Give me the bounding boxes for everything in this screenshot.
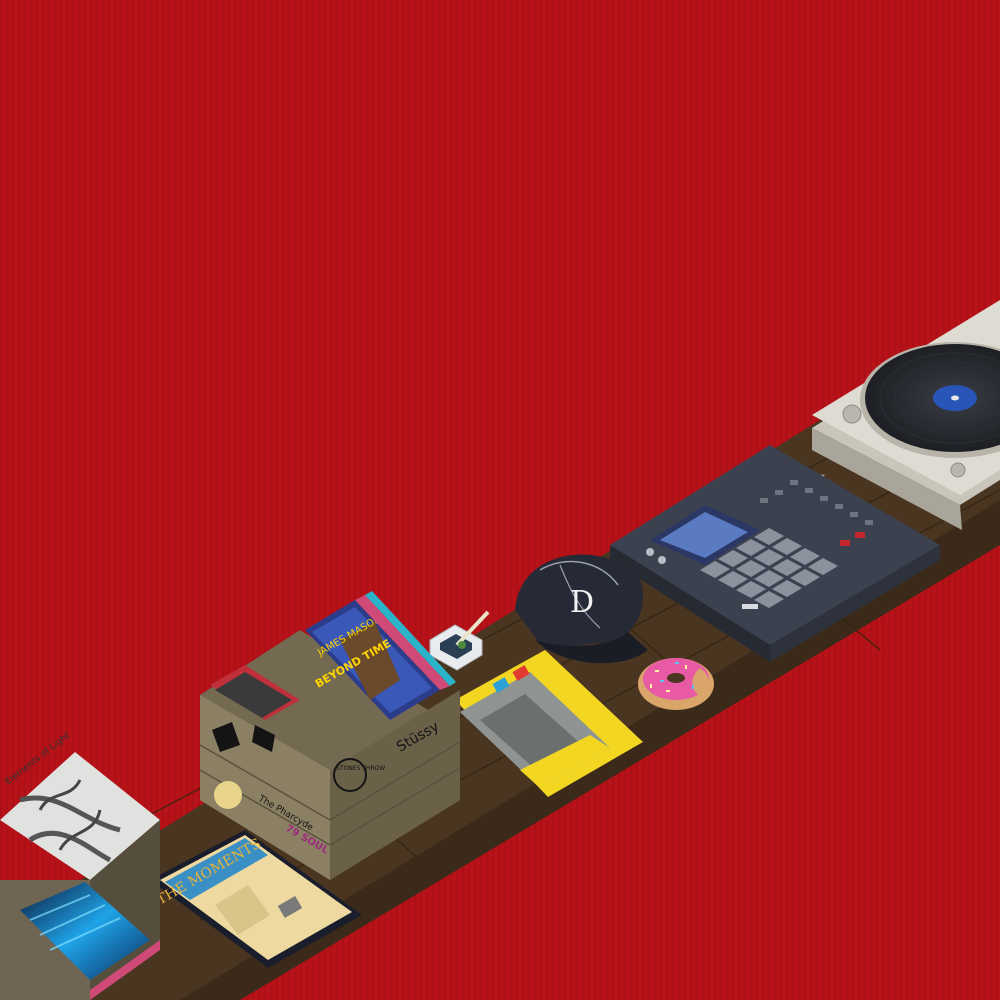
- sticker-donut: [214, 781, 242, 809]
- cap-logo: D: [570, 585, 594, 620]
- isometric-music-scene: D JAMES MASON BEYOND TIME The Pharcyde S…: [0, 0, 1000, 1000]
- crate-sticker-stones: STONES THROW: [336, 765, 385, 772]
- speed-knob-icon: [842, 404, 862, 424]
- donut: [638, 658, 714, 710]
- record-button: [840, 540, 850, 546]
